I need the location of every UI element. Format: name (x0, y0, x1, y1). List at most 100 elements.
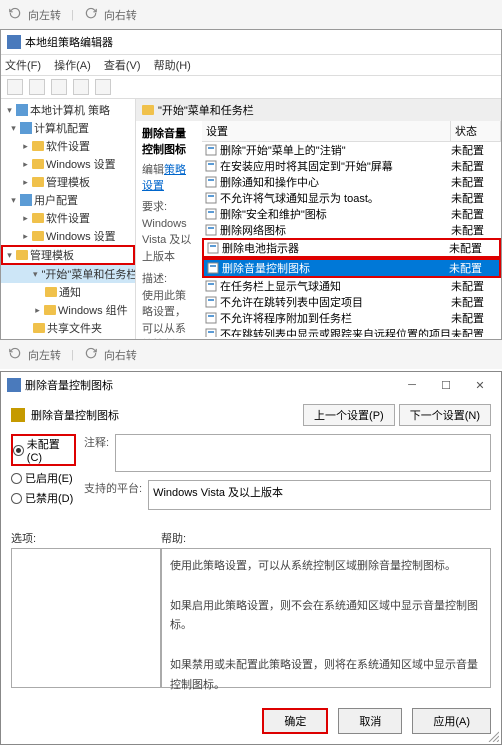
close-button[interactable]: ✕ (465, 376, 495, 394)
next-setting-button[interactable]: 下一个设置(N) (399, 404, 491, 426)
list-row[interactable]: 删除电池指示器未配置 (202, 238, 501, 258)
platform-field: Windows Vista 及以上版本 (148, 480, 491, 510)
tb-forward[interactable] (29, 79, 45, 95)
ok-button[interactable]: 确定 (262, 708, 328, 734)
radio-icon (11, 473, 22, 484)
tree-start-menu[interactable]: ▾"开始"菜单和任务栏 (1, 265, 135, 283)
rotate-right-label[interactable]: 向右转 (104, 347, 137, 363)
tree-admin-templates[interactable]: ▸管理模板 (1, 173, 135, 191)
row-setting: 删除"开始"菜单上的"注销" (220, 142, 451, 158)
tree-user-config[interactable]: ▾用户配置 (1, 191, 135, 209)
list-row[interactable]: 删除网络图标未配置 (202, 222, 501, 238)
tb-up[interactable] (51, 79, 67, 95)
tree-windows-u[interactable]: ▸Windows 设置 (1, 227, 135, 245)
policy-icon (206, 241, 220, 255)
platform-label: 支持的平台: (84, 480, 142, 510)
computer-icon (20, 122, 32, 134)
list-row[interactable]: 删除通知和操作中心未配置 (202, 174, 501, 190)
policy-icon (204, 311, 218, 325)
row-state: 未配置 (451, 222, 499, 238)
rotate-left-icon[interactable] (8, 6, 22, 23)
apply-button[interactable]: 应用(A) (412, 708, 491, 734)
row-setting: 不允许在跳转列表中固定项目 (220, 294, 451, 310)
resize-handle-icon[interactable] (487, 730, 499, 742)
help-box: 使用此策略设置，可以从系统控制区域删除音量控制图标。 如果启用此策略设置，则不会… (161, 548, 491, 688)
comment-label: 注释: (84, 434, 109, 472)
comment-field[interactable] (115, 434, 491, 472)
list-header[interactable]: 设置 状态 (202, 121, 501, 142)
content-header-text: "开始"菜单和任务栏 (158, 102, 254, 118)
tree-cp[interactable]: ▸控制面板 (1, 337, 135, 339)
dialog-titlebar[interactable]: 删除音量控制图标 ─ ☐ ✕ (1, 372, 501, 398)
content-pane: "开始"菜单和任务栏 删除音量控制图标 编辑编辑策略设置策略设置 要求:Wind… (136, 99, 501, 339)
tree-root[interactable]: ▾本地计算机 策略 (1, 101, 135, 119)
rotate-right-icon[interactable] (84, 346, 98, 363)
list-row[interactable]: 不允许将程序附加到任务栏未配置 (202, 310, 501, 326)
tree-pane[interactable]: ▾本地计算机 策略 ▾计算机配置 ▸软件设置 ▸Windows 设置 ▸管理模板… (1, 99, 136, 339)
folder-icon (45, 287, 57, 297)
list-row[interactable]: 在安装应用时将其固定到"开始"屏幕未配置 (202, 158, 501, 174)
row-state: 未配置 (449, 260, 497, 276)
tree-shared[interactable]: 共享文件夹 (1, 319, 135, 337)
cancel-button[interactable]: 取消 (338, 708, 402, 734)
help-label: 帮助: (161, 528, 491, 548)
computer-icon (16, 104, 28, 116)
list-row[interactable]: 删除音量控制图标未配置 (202, 258, 501, 278)
policy-icon (204, 223, 218, 237)
options-box (11, 548, 161, 688)
radio-icon (13, 445, 24, 456)
rotate-right-label[interactable]: 向右转 (104, 7, 137, 23)
menu-view[interactable]: 查看(V) (104, 60, 141, 72)
app-icon (7, 35, 21, 49)
list-row[interactable]: 不允许在跳转列表中固定项目未配置 (202, 294, 501, 310)
row-state: 未配置 (451, 158, 499, 174)
row-state: 未配置 (451, 310, 499, 326)
row-state: 未配置 (451, 206, 499, 222)
radio-enabled[interactable]: 已启用(E) (11, 470, 76, 486)
list-row[interactable]: 删除"开始"菜单上的"注销"未配置 (202, 142, 501, 158)
folder-icon (32, 231, 44, 241)
separator: | (71, 349, 74, 361)
list-row[interactable]: 在任务栏上显示气球通知未配置 (202, 278, 501, 294)
tree-windows[interactable]: ▸Windows 设置 (1, 155, 135, 173)
maximize-button[interactable]: ☐ (431, 376, 461, 394)
tree-software[interactable]: ▸软件设置 (1, 137, 135, 155)
policy-icon (204, 143, 218, 157)
radio-disabled[interactable]: 已禁用(D) (11, 490, 76, 506)
rotate-left-label[interactable]: 向左转 (28, 347, 61, 363)
tb-help[interactable] (95, 79, 111, 95)
menu-action[interactable]: 操作(A) (54, 60, 91, 72)
tree-notify[interactable]: 通知 (1, 283, 135, 301)
list-row[interactable]: 不在跳转列表中显示或跟踪来自远程位置的项目未配置 (202, 326, 501, 337)
tb-refresh[interactable] (73, 79, 89, 95)
menu-help[interactable]: 帮助(H) (154, 60, 191, 72)
list-row[interactable]: 删除"安全和维护"图标未配置 (202, 206, 501, 222)
rotate-left-icon[interactable] (8, 346, 22, 363)
row-setting: 删除"安全和维护"图标 (220, 206, 451, 222)
menu-bar[interactable]: 文件(F) 操作(A) 查看(V) 帮助(H) (1, 55, 501, 76)
rotate-left-label[interactable]: 向左转 (28, 7, 61, 23)
folder-icon (33, 323, 45, 333)
folder-icon (16, 250, 28, 260)
tree-wincomp[interactable]: ▸Windows 组件 (1, 301, 135, 319)
col-state[interactable]: 状态 (451, 121, 501, 141)
folder-icon (32, 159, 44, 169)
minimize-button[interactable]: ─ (397, 376, 427, 394)
row-state: 未配置 (449, 240, 497, 256)
rotate-right-icon[interactable] (84, 6, 98, 23)
folder-icon (142, 105, 154, 115)
settings-list[interactable]: 设置 状态 删除"开始"菜单上的"注销"未配置在安装应用时将其固定到"开始"屏幕… (202, 121, 501, 339)
rotate-bar-mid: 向左转 | 向右转 (0, 340, 502, 369)
tree-software-u[interactable]: ▸软件设置 (1, 209, 135, 227)
tree-admin-templates-u[interactable]: ▾管理模板 (1, 245, 135, 265)
col-setting[interactable]: 设置 (202, 121, 451, 141)
list-row[interactable]: 不允许将气球通知显示为 toast。未配置 (202, 190, 501, 206)
policy-icon (204, 207, 218, 221)
tb-back[interactable] (7, 79, 23, 95)
prev-setting-button[interactable]: 上一个设置(P) (303, 404, 395, 426)
dialog-policy-name: 删除音量控制图标 (31, 407, 299, 423)
radio-not-configured[interactable]: 未配置(C) (11, 434, 76, 466)
radio-group: 未配置(C) 已启用(E) 已禁用(D) (11, 434, 76, 518)
tree-computer-config[interactable]: ▾计算机配置 (1, 119, 135, 137)
menu-file[interactable]: 文件(F) (5, 60, 41, 72)
